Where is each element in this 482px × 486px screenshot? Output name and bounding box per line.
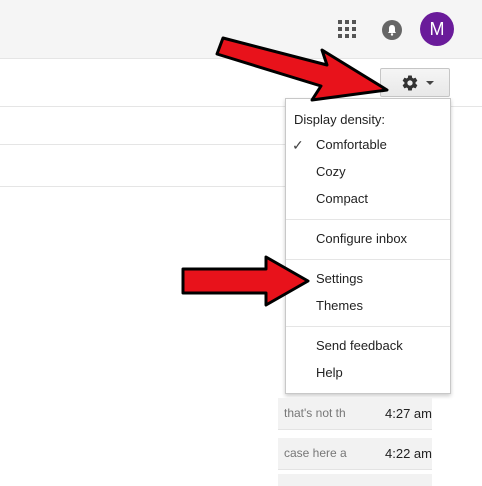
- email-row: [278, 474, 432, 486]
- menu-item-label: Comfortable: [316, 137, 387, 152]
- avatar[interactable]: M: [420, 12, 454, 46]
- email-row[interactable]: case here a 4:22 am: [278, 438, 432, 470]
- help-menu-item[interactable]: Help: [286, 362, 450, 384]
- menu-item-label: Cozy: [316, 164, 346, 179]
- menu-separator: [286, 326, 450, 327]
- menu-item-label: Compact: [316, 191, 369, 206]
- menu-separator: [286, 219, 450, 220]
- email-snippet: that's not th: [284, 406, 346, 420]
- email-time: 4:27 am: [385, 406, 432, 421]
- display-density-heading: Display density:: [294, 112, 386, 127]
- menu-item-label: Help: [316, 365, 343, 380]
- menu-item-label: Configure inbox: [316, 231, 408, 246]
- row-divider: [0, 186, 290, 187]
- email-row[interactable]: that's not th 4:27 am: [278, 398, 432, 430]
- email-snippet: case here a: [284, 446, 347, 460]
- row-divider: [0, 144, 290, 145]
- settings-dropdown-menu: Display density: ✓ Comfortable Cozy Comp…: [285, 98, 451, 394]
- email-time: 4:22 am: [385, 446, 432, 461]
- menu-item-label: Settings: [316, 271, 363, 286]
- gear-icon: [402, 75, 418, 91]
- annotation-arrow-to-settings: [181, 255, 310, 307]
- chevron-down-icon: [426, 81, 434, 85]
- check-icon: ✓: [292, 137, 304, 153]
- density-compact-option[interactable]: Compact: [286, 188, 450, 210]
- menu-item-label: Send feedback: [316, 338, 403, 353]
- annotation-arrow-to-gear: [215, 36, 389, 102]
- density-cozy-option[interactable]: Cozy: [286, 161, 450, 183]
- density-comfortable-option[interactable]: ✓ Comfortable: [286, 134, 450, 156]
- configure-inbox-menu-item[interactable]: Configure inbox: [286, 228, 450, 250]
- menu-item-label: Themes: [316, 298, 363, 313]
- send-feedback-menu-item[interactable]: Send feedback: [286, 335, 450, 357]
